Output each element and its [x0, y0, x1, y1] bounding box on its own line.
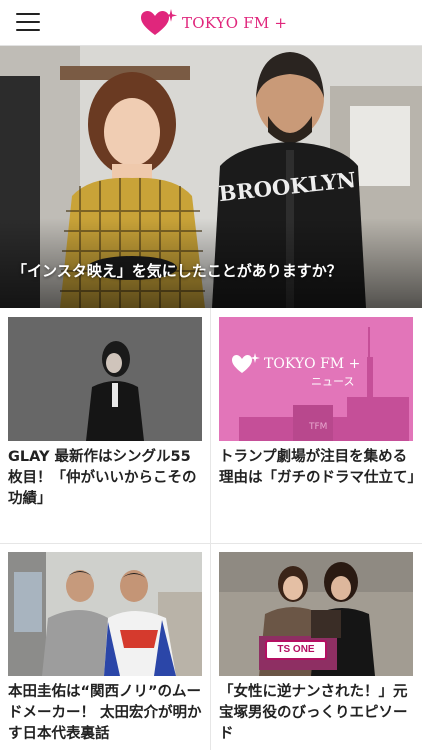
article-photo	[8, 317, 202, 441]
grid-divider-horizontal	[0, 543, 422, 544]
grid-divider-vertical	[210, 308, 211, 750]
logo-text: TOKYO FM +	[182, 14, 288, 32]
hero-article[interactable]: BROOKLYN 「インスタ映え」を気にしたことがありますか？	[0, 46, 422, 308]
app-header: TOKYO FM +	[0, 0, 422, 46]
svg-text:TFM: TFM	[308, 422, 327, 432]
article-title[interactable]: 「女性に逆ナンされた！」元宝塚男役のびっくりエピソード	[219, 682, 415, 745]
article-title[interactable]: 本田圭佑は“関西ノリ”のムードメーカー！ 太田宏介が明かす日本代表裏話	[8, 682, 204, 745]
tokyofm-logo[interactable]: TOKYO FM +	[140, 6, 287, 40]
article-thumbnail	[8, 552, 202, 676]
tsone-sign: TS ONE	[265, 640, 327, 660]
news-logo-text: TOKYO FM +	[264, 356, 361, 372]
article-thumbnail: TS ONE	[219, 552, 413, 676]
article-photo	[8, 552, 202, 676]
article-title[interactable]: GLAY 最新作はシングル55枚目！「仲がいいからこその功績」	[8, 447, 204, 510]
hero-caption: 「インスタ映え」を気にしたことがありますか？	[12, 262, 342, 280]
article-title[interactable]: トランプ劇場が注目を集める理由は「ガチのドラマ仕立て」	[219, 447, 422, 489]
article-thumbnail: TFM TOKYO FM + ニュース	[219, 317, 413, 441]
news-sub-label: ニュース	[311, 375, 355, 388]
hamburger-icon[interactable]	[16, 11, 42, 33]
article-thumbnail	[8, 317, 202, 441]
news-logo: TOKYO FM +	[231, 353, 360, 375]
tokyofm-heart-sparkle-icon	[141, 9, 178, 35]
tokyofm-heart-sparkle-icon	[232, 353, 260, 373]
